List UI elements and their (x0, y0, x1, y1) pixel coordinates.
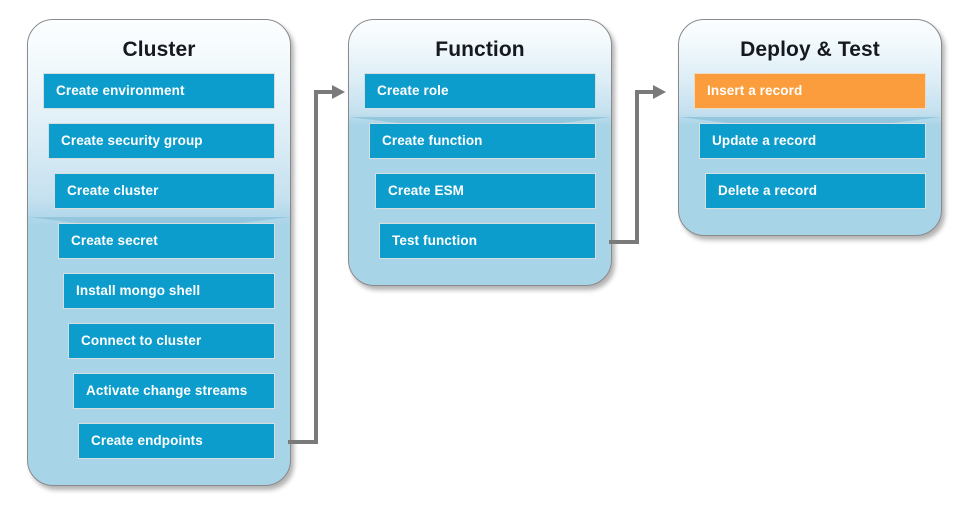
diagram-canvas: Cluster Create environment Create securi… (0, 0, 965, 505)
step-create-endpoints[interactable]: Create endpoints (78, 423, 275, 459)
step-delete-a-record[interactable]: Delete a record (705, 173, 926, 209)
panel-deploy-test-title: Deploy & Test (740, 38, 880, 61)
step-label: Install mongo shell (76, 283, 201, 299)
panel-cluster-title: Cluster (122, 38, 196, 61)
step-test-function[interactable]: Test function (379, 223, 596, 259)
step-create-role[interactable]: Create role (364, 73, 596, 109)
step-label: Create endpoints (91, 433, 203, 449)
connector-segment-vertical (314, 90, 318, 444)
step-create-cluster[interactable]: Create cluster (54, 173, 275, 209)
arrow-right-icon (332, 85, 345, 99)
step-label: Create ESM (388, 183, 465, 199)
step-connect-to-cluster[interactable]: Connect to cluster (68, 323, 275, 359)
step-label: Test function (392, 233, 478, 249)
step-label: Activate change streams (86, 383, 248, 399)
step-label: Delete a record (718, 183, 818, 199)
step-label: Insert a record (707, 83, 803, 99)
step-label: Connect to cluster (81, 333, 202, 349)
step-create-secret[interactable]: Create secret (58, 223, 275, 259)
step-label: Create cluster (67, 183, 159, 199)
connector-segment-vertical (635, 90, 639, 244)
step-label: Create function (382, 133, 483, 149)
step-update-a-record[interactable]: Update a record (699, 123, 926, 159)
step-label: Create environment (56, 83, 185, 99)
step-install-mongo-shell[interactable]: Install mongo shell (63, 273, 275, 309)
step-create-environment[interactable]: Create environment (43, 73, 275, 109)
step-activate-change-streams[interactable]: Activate change streams (73, 373, 275, 409)
arrow-right-icon (653, 85, 666, 99)
step-label: Create role (377, 83, 449, 99)
step-create-esm[interactable]: Create ESM (375, 173, 596, 209)
step-label: Update a record (712, 133, 817, 149)
step-create-security-group[interactable]: Create security group (48, 123, 275, 159)
panel-function-title: Function (435, 38, 525, 61)
step-create-function[interactable]: Create function (369, 123, 596, 159)
step-label: Create security group (61, 133, 203, 149)
step-label: Create secret (71, 233, 158, 249)
step-insert-a-record[interactable]: Insert a record (694, 73, 926, 109)
